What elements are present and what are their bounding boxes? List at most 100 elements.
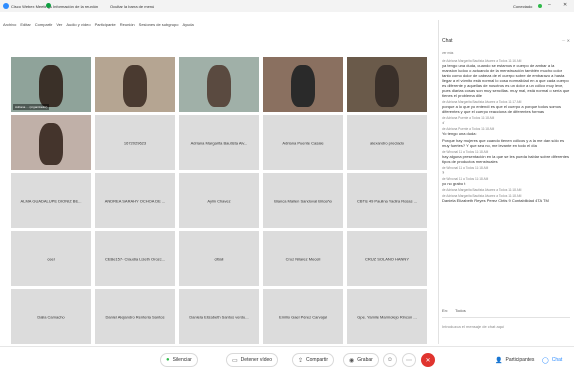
participant-tile[interactable]: ceel — [11, 231, 91, 286]
meeting-info-link[interactable]: Información de la reunión — [53, 4, 98, 9]
participant-video-tile[interactable]: Adriana ... (organizador) — [11, 57, 91, 112]
chat-message-text: Porque hay mujeres que cuando tienen cól… — [442, 138, 565, 148]
chat-message: de Adriana Margarita Bautista Alvarez a … — [442, 194, 570, 203]
menu-item[interactable]: Archivo — [3, 22, 16, 27]
chat-panel-options-icon[interactable]: ⋯ ✕ — [562, 38, 570, 43]
participant-name: alexandro preciado — [369, 140, 405, 145]
info-icon[interactable] — [46, 3, 51, 8]
participant-name: Cruz Nilarez Meceli — [285, 256, 321, 261]
mute-button[interactable]: ● Silenciar — [160, 353, 198, 367]
participants-icon: 👤 — [495, 357, 503, 364]
chat-message: de Winonal 11 a Todos 11:18 AM yo no grab… — [442, 177, 570, 186]
chat-message: de Adriana Puente a Todos 11:18 AM Yo ten… — [442, 127, 570, 136]
participant-video — [39, 65, 63, 107]
hide-menu-link[interactable]: Ocultar la barra de menú — [110, 4, 154, 9]
participants-label: Participantes — [505, 357, 535, 363]
chat-message: Porque hay mujeres que cuando tienen cól… — [442, 138, 570, 148]
chat-message-text: Yo tengo una duda: — [442, 131, 477, 136]
chat-message-text: :/ — [442, 120, 445, 125]
chat-recipient[interactable]: En: Todos — [442, 308, 472, 313]
chat-message-text: hay alguna presentación en la que se les… — [442, 154, 569, 164]
record-button[interactable]: ◉ Grabar — [343, 353, 379, 367]
participant-tile[interactable]: ALMA GUADALUPE DIONIZ BE... — [11, 173, 91, 228]
close-button[interactable]: ✕ — [563, 2, 567, 8]
participant-tile[interactable]: 1672029623 — [95, 115, 175, 170]
participants-button[interactable]: 👤 Participantes — [490, 353, 540, 367]
share-button[interactable]: ⇪ Compartir — [292, 353, 334, 367]
chat-message-text: porque a lo que yo entendí es que el cue… — [442, 104, 561, 114]
participant-video-tile[interactable] — [95, 57, 175, 112]
participant-video — [375, 65, 399, 107]
chat-messages: de Adriana Margarita Bautista Alvarez a … — [442, 59, 570, 205]
participant-tile[interactable]: CBTis 49 Paulina Yadira Rosas ... — [347, 173, 427, 228]
participant-name: CEBe157- Claudia Lizeth Orozc... — [104, 256, 166, 261]
chat-message: de Winonal 11 a Todos 11:18 AM? — [442, 166, 570, 175]
chat-message: de Adriana Margarita Bautista Alvarez a … — [442, 188, 570, 192]
participant-tile[interactable]: Gpe. Yamile Marmolejo Rincon ... — [347, 289, 427, 344]
participant-name: Adriana Margarita Bautista Alv... — [190, 140, 248, 145]
participant-name: Adriana Puente Casale — [282, 140, 324, 145]
chat-message: de Adriana Margarita Bautista Alvarez a … — [442, 100, 570, 114]
participant-tile[interactable]: CRUZ SOLANO HANNY — [347, 231, 427, 286]
more-options-button[interactable]: ⋯ — [402, 353, 416, 367]
chat-title: Chat — [442, 38, 453, 44]
participant-tile[interactable]: Emilio Gael Pérez Carvajal — [263, 289, 343, 344]
webex-logo-icon — [3, 3, 9, 9]
menu-item[interactable]: Participante — [95, 22, 116, 27]
menu-item[interactable]: Sesiones de subgrupo — [139, 22, 179, 27]
participant-tile[interactable]: Bianca Mailen Sandoval Briceño — [263, 173, 343, 228]
chat-message-sender: de Adriana Margarita Bautista Alvarez a … — [442, 188, 522, 192]
participant-tile[interactable]: Daniel Alejandro Renteria Santos — [95, 289, 175, 344]
participant-tile[interactable]: Adriana Puente Casale — [263, 115, 343, 170]
menu-item[interactable]: Ver — [56, 22, 62, 27]
participant-name: Gpe. Yamile Marmolejo Rincon ... — [357, 314, 417, 319]
leave-meeting-button[interactable]: ✕ — [421, 353, 435, 367]
menu-item[interactable]: Audio y vídeo — [66, 22, 90, 27]
menu-item[interactable]: Compartir — [35, 22, 53, 27]
participant-tile[interactable]: citlali — [179, 231, 259, 286]
participant-name: CRUZ SOLANO HANNY — [364, 256, 409, 261]
participant-video-tile[interactable] — [347, 57, 427, 112]
chat-message-text: Daniela Elizabeth Reyes Perez Cbtis 9 Co… — [442, 198, 549, 203]
minimize-button[interactable]: – — [548, 2, 551, 8]
participant-name: 1672029623 — [123, 140, 147, 145]
participant-name-label: Adriana ... (organizador) — [13, 104, 50, 110]
chat-message: de Adriana Puente a Todos 11:18 AM:/ — [442, 116, 570, 125]
participant-name: ceel — [47, 256, 55, 261]
participant-tile[interactable]: Dalia Camacho — [11, 289, 91, 344]
participant-tile[interactable]: CEBe157- Claudia Lizeth Orozc... — [95, 231, 175, 286]
reactions-button[interactable]: ☺ — [383, 353, 397, 367]
menu-item[interactable]: Editar — [20, 22, 30, 27]
meeting-toolbar: ● Silenciar ▭ Detener vídeo ⇪ Compartir … — [0, 346, 574, 371]
participant-tile[interactable]: Daniela Elizabeth Santos verdu... — [179, 289, 259, 344]
chat-recipient-label: En: — [442, 308, 449, 313]
participant-tile[interactable]: alexandro preciado — [347, 115, 427, 170]
participant-tile[interactable]: Adriana Margarita Bautista Alv... — [179, 115, 259, 170]
more-icon: ⋯ — [406, 357, 412, 364]
chat-input[interactable]: Introduzca el mensaje de chat aquí — [442, 317, 570, 341]
participant-video-tile[interactable] — [179, 57, 259, 112]
participant-name: Emilio Gael Pérez Carvajal — [279, 314, 327, 319]
chat-message-text: ? — [442, 170, 445, 175]
participant-video — [291, 65, 315, 107]
menu-item[interactable]: Ayuda — [182, 22, 193, 27]
chat-icon: ◯ — [542, 357, 549, 364]
participant-tile[interactable]: Cruz Nilarez Meceli — [263, 231, 343, 286]
connection-icon — [538, 4, 542, 8]
menu-item[interactable]: Reunión — [120, 22, 135, 27]
chat-more[interactable]: ver más — [442, 51, 453, 55]
connection-status[interactable]: Conectado — [513, 4, 532, 9]
stop-video-button[interactable]: ▭ Detener vídeo — [226, 353, 279, 367]
chat-message: de Adriana Margarita Bautista Alvarez a … — [442, 59, 570, 98]
participant-name: Aylin Chavez — [207, 198, 231, 203]
chat-recipient-value[interactable]: Todos — [455, 308, 466, 313]
participant-tile[interactable]: Aylin Chavez — [179, 173, 259, 228]
participant-video — [207, 65, 231, 107]
chat-button[interactable]: ◯ Chat — [537, 353, 568, 367]
participant-video-tile[interactable] — [263, 57, 343, 112]
participant-name: CBTis 49 Paulina Yadira Rosas ... — [357, 198, 417, 203]
participant-tile[interactable]: ANDREA SARAHY OCHOA DE ... — [95, 173, 175, 228]
participant-name: Dalia Camacho — [37, 314, 65, 319]
participant-video — [39, 123, 63, 165]
participant-video-tile[interactable] — [11, 115, 91, 170]
